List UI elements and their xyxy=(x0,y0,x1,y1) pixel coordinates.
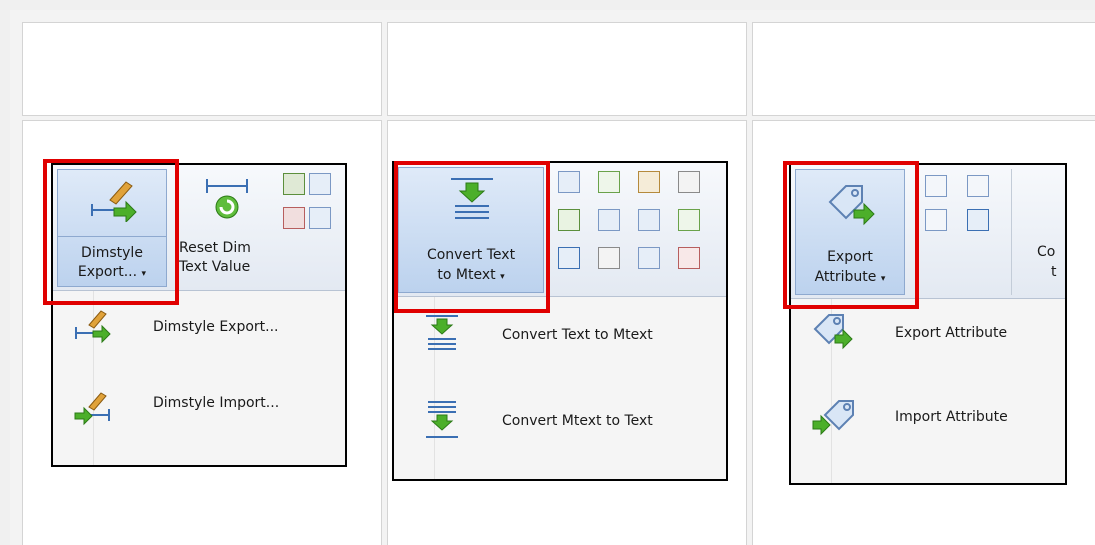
text-tool-icon[interactable] xyxy=(558,209,580,231)
export-attribute-icon xyxy=(828,185,875,226)
menu-item-convert-mtext-to-text[interactable]: Convert Mtext to Text xyxy=(394,399,726,459)
dimstyle-dropdown-menu: Dimstyle Export... Dimstyle Import... xyxy=(53,291,345,465)
convert-label-line2: to Mtext ▾ xyxy=(437,267,505,283)
attribute-tool-icon[interactable] xyxy=(925,175,947,197)
attribute-tool-icon[interactable] xyxy=(967,175,989,197)
dim-tool-icon[interactable] xyxy=(283,207,305,229)
dim-tool-icon[interactable] xyxy=(309,173,331,195)
menu-item-label: Convert Mtext to Text xyxy=(502,413,653,429)
convert-text-to-mtext-button[interactable]: Convert Text to Mtext ▾ xyxy=(398,167,544,293)
table-cell-convert: Convert Text to Mtext ▾ Convert Text to … xyxy=(387,120,747,545)
reset-dim-text-value-icon[interactable] xyxy=(203,175,253,221)
export-attribute-button[interactable]: Export Attribute ▾ xyxy=(795,169,905,295)
convert-label-line1: Convert Text xyxy=(426,247,516,263)
menu-item-convert-text-to-mtext[interactable]: Convert Text to Mtext xyxy=(394,311,726,371)
menu-item-export-attribute[interactable]: Export Attribute xyxy=(791,309,1065,369)
layout-table: Dimstyle Export... ▾ Reset Dim Text Valu… xyxy=(10,10,1095,545)
ribbon-toolbar: Dimstyle Export... ▾ Reset Dim Text Valu… xyxy=(53,165,345,291)
menu-item-label: Export Attribute xyxy=(895,325,1008,341)
reset-dim-label-line2: Text Value xyxy=(179,259,251,275)
chevron-down-icon: ▾ xyxy=(880,274,886,284)
text-tool-icon[interactable] xyxy=(558,247,580,269)
reset-dim-label-line1: Reset Dim xyxy=(179,240,251,256)
menu-item-dimstyle-export[interactable]: Dimstyle Export... xyxy=(53,305,345,365)
table-cell-empty-3 xyxy=(752,22,1095,116)
menu-item-dimstyle-import[interactable]: Dimstyle Import... xyxy=(53,387,345,447)
text-style-icon[interactable] xyxy=(598,247,620,269)
cut-off-label-line2: t xyxy=(1051,264,1057,280)
import-attribute-icon xyxy=(812,400,854,436)
menu-item-import-attribute[interactable]: Import Attribute xyxy=(791,395,1065,455)
text-delete-icon[interactable] xyxy=(678,247,700,269)
export-attribute-label-line1: Export xyxy=(827,249,873,265)
dimstyle-export-label-line1: Dimstyle xyxy=(81,245,143,261)
spell-check-icon[interactable] xyxy=(678,171,700,193)
export-attribute-label-line2: Attribute ▾ xyxy=(814,269,886,285)
convert-screenshot-panel: Convert Text to Mtext ▾ Convert Text to … xyxy=(392,161,728,481)
attribute-tool-icon[interactable] xyxy=(967,209,989,231)
convert-text-to-mtext-icon xyxy=(451,178,493,219)
attribute-dropdown-menu: Export Attribute Import Attribute xyxy=(791,299,1065,483)
menu-item-label: Convert Text to Mtext xyxy=(502,327,653,343)
cut-off-label-line1: Co xyxy=(1037,244,1056,260)
text-align-icon[interactable] xyxy=(638,247,660,269)
menu-item-label: Dimstyle Import... xyxy=(153,395,280,411)
dimstyle-export-icon xyxy=(91,181,137,222)
table-cell-attribute: Export Attribute ▾ Co t Export Attribute… xyxy=(752,120,1095,545)
dimstyle-import-icon xyxy=(74,392,110,426)
numbered-list-icon[interactable] xyxy=(598,171,620,193)
table-cell-dimstyle: Dimstyle Export... ▾ Reset Dim Text Valu… xyxy=(22,120,382,545)
text-add-icon[interactable] xyxy=(678,209,700,231)
ribbon-toolbar: Export Attribute ▾ Co t xyxy=(791,165,1065,299)
text-tool-icon[interactable] xyxy=(598,209,620,231)
dimstyle-screenshot-panel: Dimstyle Export... ▾ Reset Dim Text Valu… xyxy=(51,163,347,467)
text-edit-icon[interactable] xyxy=(638,171,660,193)
ribbon-toolbar: Convert Text to Mtext ▾ xyxy=(394,163,726,297)
table-cell-empty-2 xyxy=(387,22,747,116)
chevron-down-icon: ▾ xyxy=(500,272,505,282)
dimstyle-export-icon xyxy=(75,310,111,344)
menu-item-label: Dimstyle Export... xyxy=(153,319,279,335)
menu-item-label: Import Attribute xyxy=(895,409,1008,425)
text-tool-icon[interactable] xyxy=(638,209,660,231)
convert-text-to-mtext-icon xyxy=(426,315,458,350)
table-cell-empty-1 xyxy=(22,22,382,116)
dimstyle-export-button[interactable]: Dimstyle Export... ▾ xyxy=(57,169,167,287)
dimstyle-export-label-line2: Export... ▾ xyxy=(77,264,147,280)
attribute-tool-icon[interactable] xyxy=(925,209,947,231)
chevron-down-icon: ▾ xyxy=(141,269,147,279)
text-tool-icon[interactable] xyxy=(558,171,580,193)
dim-tool-icon[interactable] xyxy=(283,173,305,195)
dim-tool-icon[interactable] xyxy=(309,207,331,229)
attribute-screenshot-panel: Export Attribute ▾ Co t Export Attribute… xyxy=(789,163,1067,485)
export-attribute-icon xyxy=(813,314,853,350)
convert-mtext-to-text-icon xyxy=(426,401,458,438)
convert-dropdown-menu: Convert Text to Mtext Convert Mtext to T… xyxy=(394,297,726,479)
